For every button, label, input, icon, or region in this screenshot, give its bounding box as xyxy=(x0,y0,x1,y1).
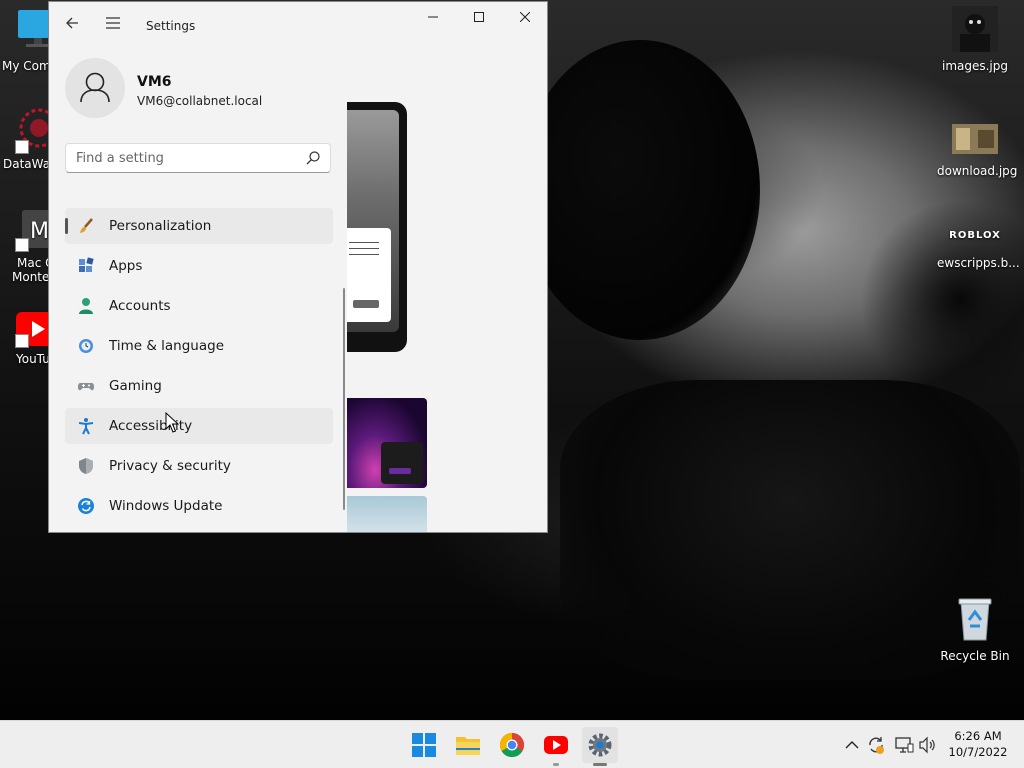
settings-icon xyxy=(588,733,612,757)
nav-item-accessibility[interactable]: Accessibility xyxy=(65,408,333,444)
desktop-icon-label: YouTu xyxy=(16,352,50,366)
file-explorer-icon xyxy=(456,737,480,755)
file-explorer-button[interactable] xyxy=(450,727,486,763)
mouse-cursor-icon xyxy=(165,412,179,433)
theme-thumbnail-glow[interactable] xyxy=(347,398,427,488)
window-title: Settings xyxy=(146,19,196,33)
selected-indicator xyxy=(65,218,68,234)
minimize-button[interactable] xyxy=(410,2,456,34)
sync-icon xyxy=(869,737,884,754)
user-icon xyxy=(80,72,110,103)
windows-update-icon xyxy=(78,498,94,514)
maximize-button[interactable] xyxy=(456,2,502,34)
settings-taskbar-button[interactable] xyxy=(582,727,618,763)
desktop-icon-label: My Com xyxy=(2,59,51,73)
nav-scrollbar[interactable] xyxy=(343,288,345,510)
nav-item-privacy-security[interactable]: Privacy & security xyxy=(65,448,333,484)
time-language-icon xyxy=(79,339,93,353)
nav-item-label: Time & language xyxy=(109,338,225,354)
maximize-icon xyxy=(474,12,484,22)
desktop-icon-ewscripps[interactable]: ROBLOX ewscripps.b... xyxy=(937,222,1020,270)
content-pane xyxy=(347,42,547,532)
paintbrush-icon xyxy=(80,218,93,233)
nav-item-windows-update[interactable]: Windows Update xyxy=(65,488,333,524)
back-button[interactable] xyxy=(58,10,86,36)
start-button[interactable] xyxy=(406,727,442,763)
speaker-icon xyxy=(919,736,935,754)
settings-nav: Personalization Apps Accounts Time & lan… xyxy=(65,208,333,528)
nav-item-accounts[interactable]: Accounts xyxy=(65,288,333,324)
nav-item-label: Personalization xyxy=(109,218,212,234)
recycle-bin-icon xyxy=(958,598,992,641)
taskbar: 6:26 AM 10/7/2022 xyxy=(0,720,1024,768)
youtube-icon xyxy=(544,736,568,754)
roblox-icon: ROBLOX xyxy=(937,222,1013,256)
menu-button[interactable] xyxy=(99,10,127,36)
accessibility-icon xyxy=(78,418,94,435)
avatar xyxy=(65,58,125,118)
desktop-icon-label-line2: Monte xyxy=(12,270,50,284)
close-button[interactable] xyxy=(502,2,547,34)
windows-start-icon xyxy=(412,733,436,757)
chevron-up-icon xyxy=(845,741,859,749)
desktop-icon-images-jpg[interactable]: images.jpg xyxy=(937,6,1013,73)
show-hidden-icons-button[interactable] xyxy=(841,734,863,756)
clock-time: 6:26 AM xyxy=(954,729,1002,743)
accounts-icon xyxy=(79,298,93,314)
desktop-icon-label: download.jpg xyxy=(937,164,1018,178)
nav-item-personalization[interactable]: Personalization xyxy=(65,208,333,244)
roblox-badge: ROBLOX xyxy=(949,230,1001,241)
shield-icon xyxy=(79,458,93,474)
active-app-indicator xyxy=(593,763,607,766)
nav-item-label: Gaming xyxy=(109,378,162,394)
svg-text:M: M xyxy=(30,219,49,244)
image-file-icon xyxy=(952,124,998,154)
chrome-icon xyxy=(499,733,525,758)
chrome-button[interactable] xyxy=(494,727,530,763)
desktop-icon-label: ewscripps.b... xyxy=(937,256,1020,270)
user-email: VM6@collabnet.local xyxy=(137,94,263,108)
user-name: VM6 xyxy=(137,74,172,90)
nav-item-gaming[interactable]: Gaming xyxy=(65,368,333,404)
search-icon[interactable] xyxy=(305,150,321,166)
apps-icon xyxy=(79,257,94,272)
gamepad-icon xyxy=(77,383,95,391)
hamburger-icon xyxy=(106,17,120,29)
clock-date: 10/7/2022 xyxy=(948,745,1008,759)
youtube-button[interactable] xyxy=(538,727,574,763)
taskbar-clock[interactable]: 6:26 AM 10/7/2022 xyxy=(940,728,1016,760)
title-bar[interactable]: Settings xyxy=(49,2,547,42)
theme-preview-window xyxy=(347,228,391,322)
close-icon xyxy=(519,11,531,23)
theme-thumbnail-bloom[interactable] xyxy=(347,496,427,532)
settings-window: Settings VM6 VM6@collabnet.local Find a … xyxy=(48,1,548,533)
minimize-icon xyxy=(428,16,438,18)
running-app-indicator xyxy=(553,763,559,766)
volume-button[interactable] xyxy=(917,734,939,756)
desktop-icon-label: Recycle Bin xyxy=(940,649,1010,663)
nav-item-apps[interactable]: Apps xyxy=(65,248,333,284)
network-button[interactable] xyxy=(893,734,915,756)
nav-item-label: Privacy & security xyxy=(109,458,231,474)
network-icon xyxy=(895,737,914,753)
nav-item-label: Accounts xyxy=(109,298,171,314)
nav-overflow-preview xyxy=(73,532,313,533)
search-input[interactable] xyxy=(65,143,331,173)
desktop-icon-download-jpg[interactable]: download.jpg xyxy=(937,122,1018,178)
back-arrow-icon xyxy=(66,17,78,29)
sync-status-button[interactable] xyxy=(865,734,887,756)
nav-item-label: Apps xyxy=(109,258,143,274)
nav-item-time-language[interactable]: Time & language xyxy=(65,328,333,364)
nav-item-label: Windows Update xyxy=(109,498,223,514)
nav-item-label: Accessibility xyxy=(109,418,193,434)
image-file-icon xyxy=(952,6,998,52)
desktop-icon-recycle-bin[interactable]: Recycle Bin xyxy=(937,596,1013,663)
desktop-icon-label: images.jpg xyxy=(941,59,1008,73)
